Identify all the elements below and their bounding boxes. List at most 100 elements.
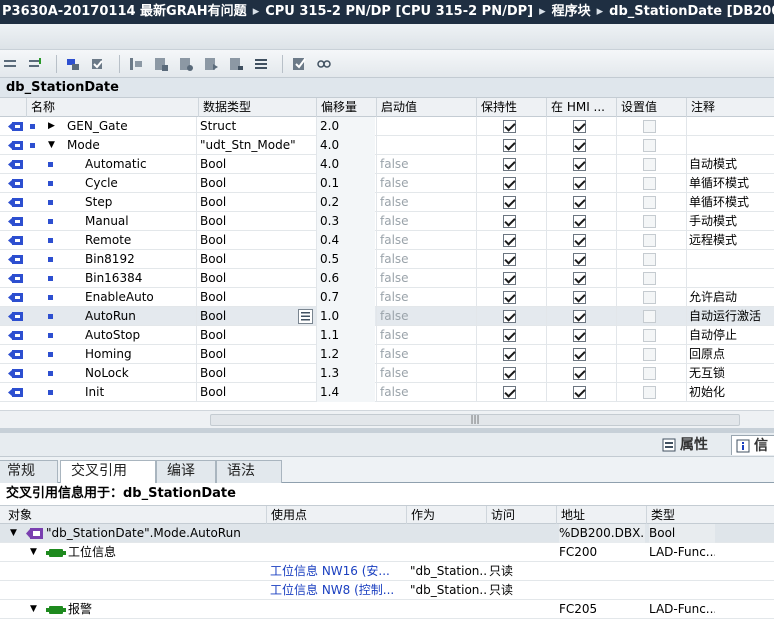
cell-name[interactable]: Manual (85, 212, 196, 231)
expander-icon[interactable]: ▶ (48, 121, 55, 131)
table-row[interactable]: ▼ Mode "udt_Stn_Mode" 4.0 (0, 136, 774, 155)
xcol-usage[interactable]: 使用点 (266, 506, 406, 525)
cell-type[interactable]: Bool (200, 231, 295, 250)
setpoint-checkbox[interactable] (643, 120, 656, 133)
tab-syntax[interactable]: 语法 (216, 460, 282, 483)
setpoint-checkbox[interactable] (643, 196, 656, 209)
setpoint-checkbox[interactable] (643, 272, 656, 285)
cell-name[interactable]: Bin16384 (85, 269, 196, 288)
retain-checkbox[interactable] (503, 120, 516, 133)
col-comment[interactable]: 注释 (686, 98, 774, 117)
cell-type[interactable]: Bool (200, 155, 295, 174)
col-hmi[interactable]: 在 HMI ... (546, 98, 616, 117)
horizontal-scrollbar[interactable]: ||| (0, 410, 774, 428)
retain-checkbox[interactable] (503, 215, 516, 228)
type-picker-icon[interactable] (298, 309, 313, 324)
breadcrumb-project[interactable]: P3630A-20170114 最新GRAH有问题 (2, 4, 247, 19)
cell-name[interactable]: Automatic (85, 155, 196, 174)
xcol-access[interactable]: 访问 (486, 506, 556, 525)
hmi-checkbox[interactable] (573, 120, 586, 133)
hmi-checkbox[interactable] (573, 386, 586, 399)
cell-name[interactable]: Remote (85, 231, 196, 250)
table-row[interactable]: EnableAuto Bool 0.7 false 允许启动 (0, 288, 774, 307)
cell-start-value[interactable]: false (380, 288, 475, 307)
table-row[interactable]: AutoRun Bool 1.0 false 自动运行激活 (0, 307, 774, 326)
setpoint-checkbox[interactable] (643, 158, 656, 171)
xref-object[interactable]: "db_StationDate".Mode.AutoRun (46, 524, 266, 543)
cell-start-value[interactable] (380, 136, 475, 155)
table-row[interactable]: Init Bool 1.4 false 初始化 (0, 383, 774, 402)
cell-start-value[interactable]: false (380, 212, 475, 231)
table-row[interactable]: AutoStop Bool 1.1 false 自动停止 (0, 326, 774, 345)
col-offset[interactable]: 偏移量 (316, 98, 376, 117)
cell-type[interactable]: Bool (200, 288, 295, 307)
hmi-checkbox[interactable] (573, 139, 586, 152)
xref-row[interactable]: ▼ 工位信息 FC200 LAD-Func... (0, 543, 774, 562)
cell-name[interactable]: AutoRun (85, 307, 196, 326)
hmi-checkbox[interactable] (573, 158, 586, 171)
table-row[interactable]: Manual Bool 0.3 false 手动模式 (0, 212, 774, 231)
col-name[interactable]: 名称 (26, 98, 198, 117)
cell-start-value[interactable] (380, 117, 475, 136)
retain-checkbox[interactable] (503, 291, 516, 304)
retain-checkbox[interactable] (503, 329, 516, 342)
add-row-icon[interactable] (25, 54, 45, 74)
expand-all-icon[interactable] (251, 54, 271, 74)
expander-icon[interactable]: ▼ (10, 524, 17, 543)
retain-checkbox[interactable] (503, 196, 516, 209)
glasses-monitor-icon[interactable] (314, 54, 334, 74)
retain-checkbox[interactable] (503, 177, 516, 190)
tab-cross-reference[interactable]: 交叉引用 (60, 460, 156, 484)
retain-checkbox[interactable] (503, 348, 516, 361)
xref-row[interactable]: 工位信息 NW16 (安... "db_Station... 只读 (0, 562, 774, 581)
breadcrumb-db[interactable]: db_StationDate [DB200] (609, 4, 774, 19)
cell-comment[interactable]: 回原点 (689, 345, 773, 364)
col-setpoint[interactable]: 设置值 (616, 98, 686, 117)
breadcrumb-program-blocks[interactable]: 程序块 (552, 4, 591, 19)
cell-type[interactable]: Bool (200, 383, 295, 402)
cell-name[interactable]: Homing (85, 345, 196, 364)
cell-name[interactable]: Cycle (85, 174, 196, 193)
cell-start-value[interactable]: false (380, 231, 475, 250)
cell-type[interactable]: Bool (200, 250, 295, 269)
retain-checkbox[interactable] (503, 253, 516, 266)
hmi-checkbox[interactable] (573, 234, 586, 247)
col-retain[interactable]: 保持性 (476, 98, 546, 117)
xref-usage-link[interactable]: 工位信息 NW8 (控制... (270, 581, 406, 600)
hmi-checkbox[interactable] (573, 291, 586, 304)
retain-checkbox[interactable] (503, 158, 516, 171)
cell-comment[interactable]: 初始化 (689, 383, 773, 402)
xref-row[interactable]: ▼ 报警 FC205 LAD-Func... (0, 600, 774, 619)
cell-comment[interactable]: 自动停止 (689, 326, 773, 345)
cell-comment[interactable]: 自动模式 (689, 155, 773, 174)
cell-type[interactable]: Bool (200, 326, 295, 345)
init-setpoints-icon[interactable] (201, 54, 221, 74)
hmi-checkbox[interactable] (573, 367, 586, 380)
cell-comment[interactable] (689, 136, 773, 155)
cell-type[interactable]: Bool (200, 345, 295, 364)
xcol-as[interactable]: 作为 (406, 506, 486, 525)
table-row[interactable]: Bin8192 Bool 0.5 false (0, 250, 774, 269)
xref-object[interactable]: 报警 (68, 600, 268, 619)
setpoint-checkbox[interactable] (643, 367, 656, 380)
cell-start-value[interactable]: false (380, 345, 475, 364)
cell-comment[interactable] (689, 117, 773, 136)
hmi-checkbox[interactable] (573, 310, 586, 323)
xcol-address[interactable]: 地址 (556, 506, 646, 525)
hmi-checkbox[interactable] (573, 196, 586, 209)
cell-comment[interactable]: 允许启动 (689, 288, 773, 307)
retain-checkbox[interactable] (503, 139, 516, 152)
cell-start-value[interactable]: false (380, 250, 475, 269)
table-row[interactable]: Homing Bool 1.2 false 回原点 (0, 345, 774, 364)
cell-comment[interactable] (689, 269, 773, 288)
cell-type[interactable]: Bool (200, 269, 295, 288)
copy-snapshot-icon[interactable] (88, 54, 108, 74)
xcol-object[interactable]: 对象 (4, 506, 268, 525)
table-row[interactable]: Automatic Bool 4.0 false 自动模式 (0, 155, 774, 174)
cell-comment[interactable]: 远程模式 (689, 231, 773, 250)
tab-info[interactable]: 信息 (731, 435, 774, 474)
expander-icon[interactable]: ▼ (30, 543, 37, 562)
setpoint-checkbox[interactable] (643, 253, 656, 266)
hmi-checkbox[interactable] (573, 348, 586, 361)
cell-start-value[interactable]: false (380, 383, 475, 402)
